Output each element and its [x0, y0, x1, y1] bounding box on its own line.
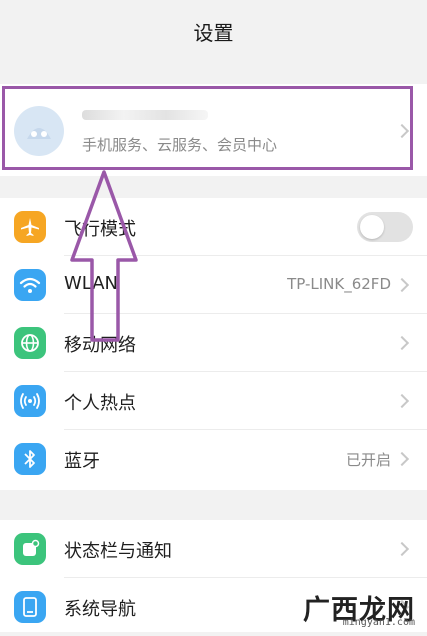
wlan-network-name: TP-LINK_62FD [287, 275, 391, 293]
bluetooth-status: 已开启 [345, 451, 391, 469]
chevron-right-icon [394, 393, 410, 409]
page-title: 设置 [193, 20, 234, 45]
airplane-icon [14, 211, 46, 243]
setting-row-bluetooth[interactable]: 蓝牙 已开启 [0, 430, 427, 488]
setting-label: 个人热点 [64, 393, 136, 414]
account-name [82, 106, 212, 124]
setting-label: WLAN [64, 273, 119, 294]
setting-row-hotspot[interactable]: 个人热点 [0, 372, 427, 430]
globe-icon [14, 327, 46, 359]
bluetooth-icon [14, 443, 46, 475]
setting-row-statusbar[interactable]: 状态栏与通知 [0, 520, 427, 578]
airplane-mode-toggle[interactable] [357, 212, 413, 242]
chevron-right-icon [394, 451, 410, 467]
setting-row-mobile-network[interactable]: 移动网络 [0, 314, 427, 372]
avatar-placeholder-icon [27, 128, 51, 139]
toggle-knob [360, 215, 384, 239]
chevron-right-icon [394, 541, 410, 557]
navigation-icon [14, 591, 46, 623]
setting-label: 系统导航 [64, 599, 136, 620]
setting-label: 状态栏与通知 [64, 541, 172, 562]
setting-label: 飞行模式 [64, 219, 136, 240]
chevron-right-icon [394, 335, 410, 351]
redacted-name [82, 110, 208, 120]
setting-row-wlan[interactable]: WLAN TP-LINK_62FD [0, 256, 427, 314]
setting-label: 移动网络 [64, 335, 136, 356]
notification-icon [14, 533, 46, 565]
account-subtitle: 手机服务、云服务、会员中心 [82, 136, 278, 154]
hotspot-icon [14, 385, 46, 417]
watermark-url: mingyan1.com [342, 617, 415, 628]
account-card[interactable]: 手机服务、云服务、会员中心 [0, 84, 427, 176]
chevron-right-icon [394, 277, 410, 293]
wifi-icon [14, 269, 46, 301]
setting-row-airplane[interactable]: 飞行模式 [0, 198, 427, 256]
avatar [14, 106, 64, 156]
setting-label: 蓝牙 [64, 451, 100, 472]
network-section: 飞行模式 WLAN TP-LINK_62FD 移动网络 个人热点 蓝牙 已开启 [0, 198, 427, 490]
